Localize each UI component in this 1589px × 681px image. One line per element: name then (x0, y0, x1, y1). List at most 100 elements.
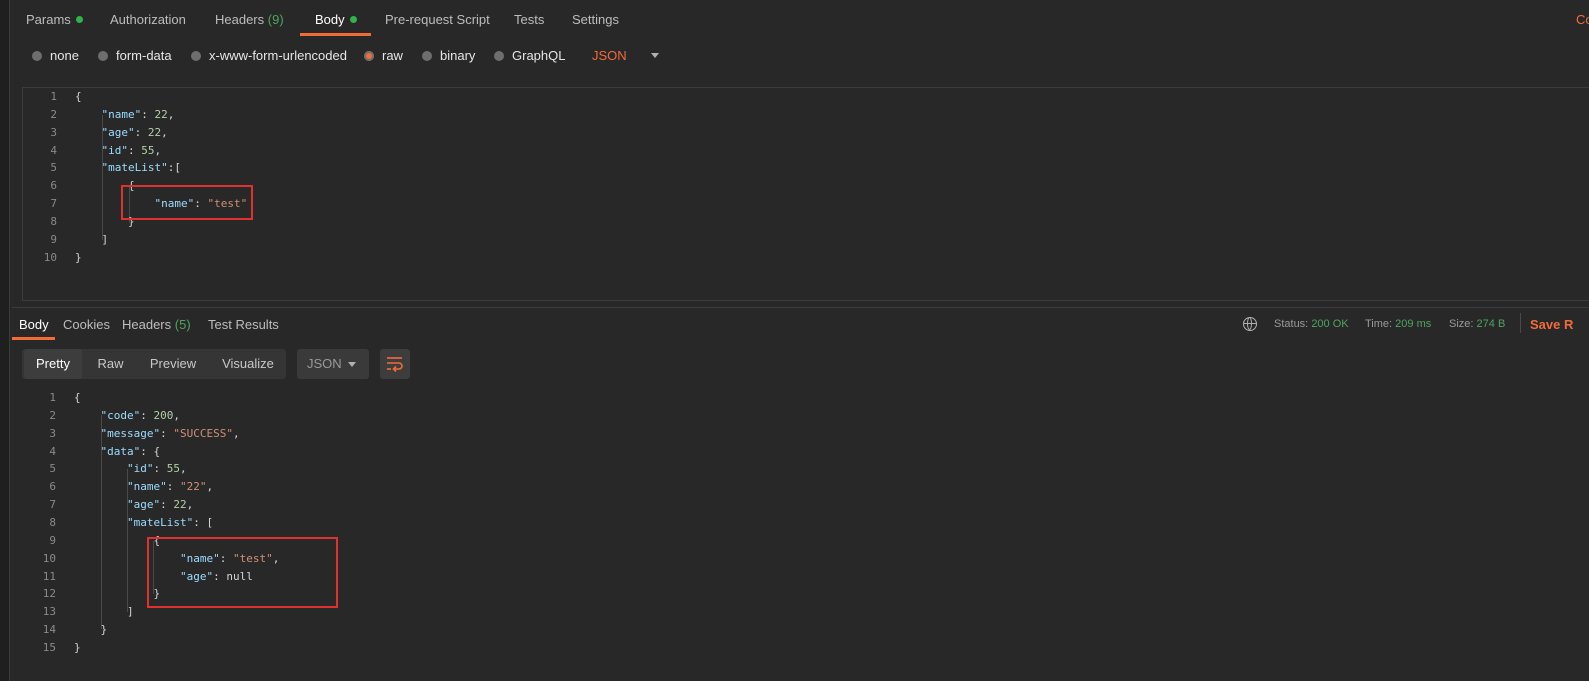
status-value[interactable]: 200 OK (1311, 318, 1348, 330)
active-resp-tab-indicator (12, 337, 55, 340)
code-line: 3 "message": "SUCCESS", (22, 425, 240, 443)
json-punct (74, 498, 127, 511)
json-key: "age" (126, 498, 161, 512)
radio-x-www-form-urlencoded[interactable]: x-www-form-urlencoded (191, 48, 347, 63)
code-line: 1{ (23, 88, 81, 106)
tab-headers[interactable]: Headers (9) (215, 12, 284, 27)
code-line: 12 } (22, 585, 160, 603)
json-punct: [ (174, 161, 181, 175)
tab-pre-request-script[interactable]: Pre-request Script (385, 12, 490, 27)
chevron-down-icon (650, 53, 659, 58)
view-pretty-button[interactable]: Pretty (24, 349, 82, 379)
line-number: 12 (42, 587, 56, 601)
radio-raw[interactable]: raw (364, 48, 403, 63)
json-string: "22" (179, 480, 207, 494)
radio-binary-label: binary (440, 48, 476, 63)
json-punct: ] (74, 605, 134, 619)
response-tabs: Body Cookies Headers (5) Test Results St… (12, 310, 1589, 340)
resp-tab-headers[interactable]: Headers (5) (122, 317, 191, 332)
json-punct: ] (75, 232, 109, 246)
highlight-box (121, 185, 253, 220)
globe-icon[interactable] (1243, 317, 1257, 331)
line-number: 7 (49, 498, 56, 512)
json-punct: , (232, 426, 240, 440)
radio-binary[interactable]: binary (422, 48, 475, 63)
json-punct: : (140, 444, 147, 458)
json-punct: : (193, 515, 200, 529)
view-mode-group: Pretty Raw Preview Visualize (22, 349, 286, 379)
json-punct (74, 516, 127, 529)
highlight-box (147, 537, 338, 608)
json-key: "id" (101, 143, 129, 157)
line-number: 9 (49, 533, 56, 547)
wrap-lines-button[interactable] (380, 349, 410, 379)
resp-tab-test-results[interactable]: Test Results (208, 317, 279, 332)
time-value[interactable]: 209 ms (1395, 318, 1431, 330)
line-number: 6 (49, 480, 56, 494)
params-active-dot (75, 16, 83, 23)
tab-settings[interactable]: Settings (572, 12, 619, 27)
radio-raw-circle (364, 51, 374, 61)
code-line: 8 "mateList": [ (22, 514, 213, 532)
json-key: "data" (100, 444, 141, 458)
resp-tab-body[interactable]: Body (19, 317, 49, 332)
pane-divider[interactable] (12, 307, 1589, 308)
cookies-link[interactable]: Co (1576, 12, 1589, 27)
json-punct (75, 161, 102, 174)
code-line: 4 "id": 55, (23, 142, 161, 160)
json-punct: : (140, 408, 147, 422)
code-line: 10} (23, 249, 82, 267)
tab-authorization[interactable]: Authorization (110, 12, 186, 27)
code-line: 13 ] (22, 603, 134, 621)
json-value: 22 (173, 498, 187, 512)
chevron-down-icon (348, 362, 356, 367)
save-response-button[interactable]: Save R (1530, 317, 1573, 332)
resp-headers-count: (5) (174, 317, 191, 332)
json-punct (173, 480, 180, 493)
code-line: 6 "name": "22", (22, 478, 213, 496)
json-punct (74, 427, 101, 440)
wrap-lines-icon (387, 357, 403, 372)
line-number: 1 (49, 391, 56, 404)
response-body-viewer[interactable]: 1{2 "code": 200, 3 "message": "SUCCESS", 4… (22, 388, 1589, 678)
radio-form-data[interactable]: form-data (98, 48, 172, 63)
json-value: 22 (154, 107, 168, 121)
code-line: 6 { (23, 177, 134, 195)
resp-tab-cookies[interactable]: Cookies (63, 317, 110, 332)
size-value[interactable]: 274 B (1477, 318, 1506, 330)
view-visualize-button[interactable]: Visualize (214, 349, 282, 379)
request-body-editor[interactable]: 1{2 "name": 22, 3 "age": 22, 4 "id": 55, 5 … (22, 87, 1589, 301)
json-punct: , (167, 107, 175, 121)
code-line: 2 "name": 22, (23, 106, 174, 124)
json-punct: } (74, 623, 108, 637)
json-key: "name" (126, 480, 167, 494)
radio-form-data-circle (98, 51, 108, 61)
json-punct: : (160, 498, 167, 512)
view-preview-button[interactable]: Preview (140, 349, 206, 379)
line-number: 10 (43, 250, 57, 264)
line-number: 1 (50, 90, 57, 103)
tab-body[interactable]: Body (315, 12, 357, 27)
time-label: Time: (1365, 318, 1393, 330)
line-number: 4 (49, 444, 56, 458)
tab-tests[interactable]: Tests (514, 12, 544, 27)
json-punct: : (141, 107, 148, 121)
response-format-select[interactable]: JSON (297, 349, 369, 379)
time-info: Time: 209 ms (1365, 318, 1431, 330)
radio-graphql-label: GraphQL (512, 48, 566, 63)
raw-language-select[interactable]: JSON (592, 48, 659, 63)
code-line: 5 "id": 55, (22, 460, 187, 478)
line-number: 2 (49, 408, 56, 422)
radio-none[interactable]: none (32, 48, 79, 63)
radio-graphql[interactable]: GraphQL (494, 48, 565, 63)
view-raw-button[interactable]: Raw (88, 349, 133, 379)
resp-tab-headers-label: Headers (122, 317, 172, 332)
json-punct: , (179, 462, 187, 476)
json-punct: { (74, 391, 81, 404)
separator (1520, 313, 1521, 333)
line-number: 13 (42, 605, 56, 619)
tab-params[interactable]: Params (26, 12, 83, 27)
json-punct: , (186, 498, 194, 512)
size-info: Size: 274 B (1449, 318, 1505, 330)
line-number: 8 (50, 214, 57, 228)
